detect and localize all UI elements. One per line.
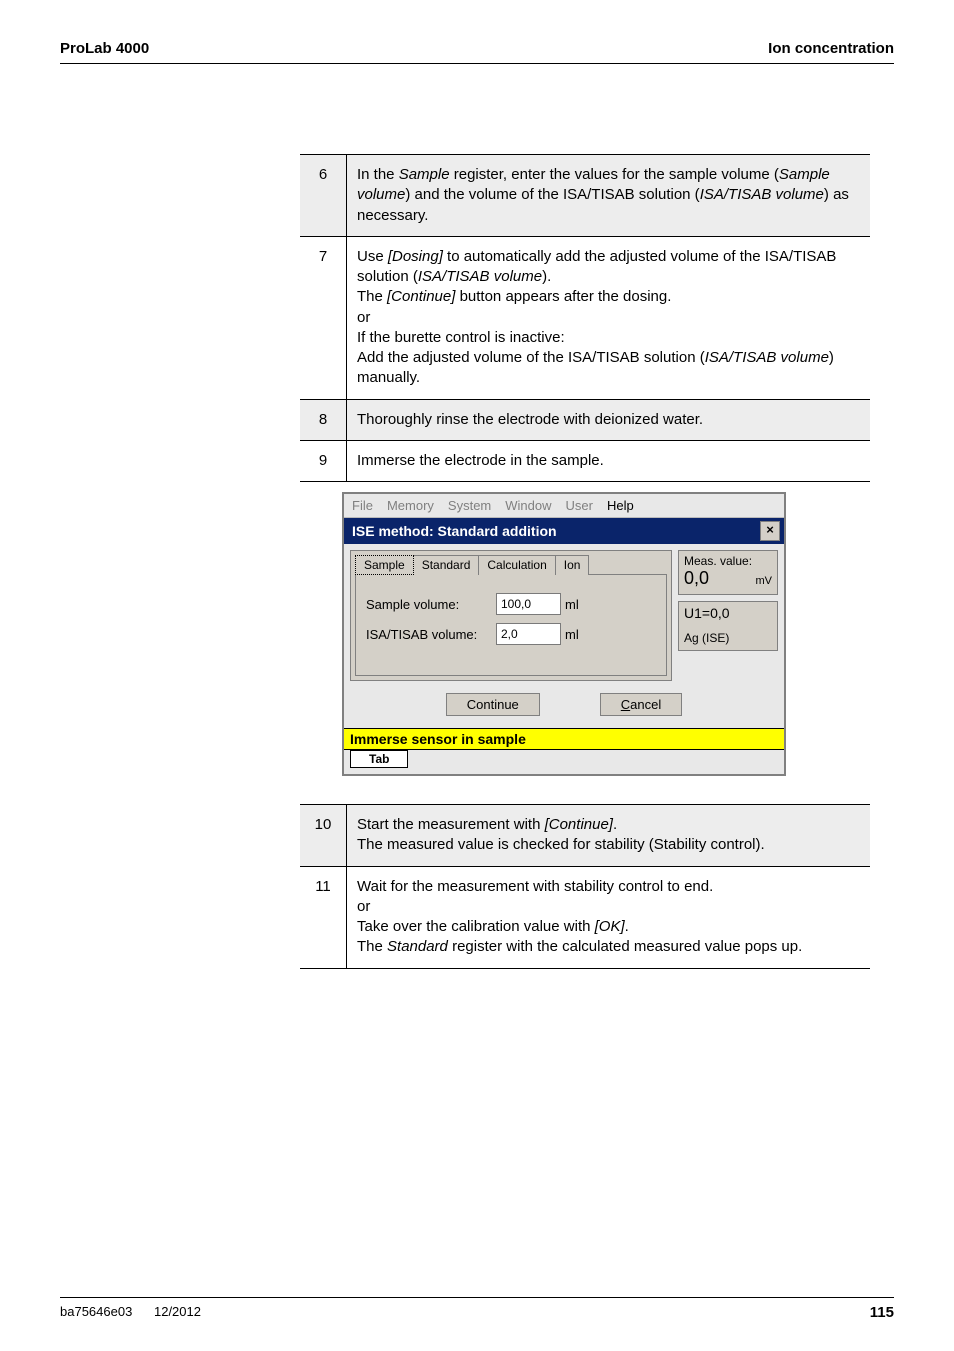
step-number: 9 (300, 440, 347, 481)
sample-volume-label: Sample volume: (366, 597, 496, 612)
step-number: 10 (300, 805, 347, 867)
steps-table-a: 6In the Sample register, enter the value… (300, 154, 870, 482)
step-number: 11 (300, 866, 347, 968)
sample-volume-input[interactable] (496, 593, 561, 615)
menu-window[interactable]: Window (505, 498, 551, 513)
menu-memory[interactable]: Memory (387, 498, 434, 513)
isa-volume-unit: ml (565, 627, 579, 642)
cancel-button[interactable]: Cancel (600, 693, 682, 716)
footer-page-number: 115 (870, 1304, 894, 1321)
table-row: 9Immerse the electrode in the sample. (300, 440, 870, 481)
menu-help[interactable]: Help (607, 498, 634, 513)
tab-key-indicator: Tab (350, 750, 408, 768)
table-row: 8Thoroughly rinse the electrode with dei… (300, 399, 870, 440)
isa-volume-input[interactable] (496, 623, 561, 645)
u1-box: U1=0,0 Ag (ISE) (678, 601, 778, 651)
ag-ise-label: Ag (ISE) (684, 631, 772, 645)
isa-volume-label: ISA/TISAB volume: (366, 627, 496, 642)
header-right: Ion concentration (768, 40, 894, 57)
dialog-title: ISE method: Standard addition (352, 523, 557, 539)
status-bar: Immerse sensor in sample (344, 728, 784, 750)
tab-standard[interactable]: Standard (413, 555, 480, 575)
step-number: 8 (300, 399, 347, 440)
dialog-tabs: Sample Standard Calculation Ion (355, 555, 667, 575)
tab-ion[interactable]: Ion (555, 555, 590, 575)
meas-unit: mV (756, 575, 773, 587)
table-row: 6In the Sample register, enter the value… (300, 155, 870, 237)
continue-button[interactable]: Continue (446, 693, 540, 716)
step-text: Thoroughly rinse the electrode with deio… (347, 399, 871, 440)
meas-value: 0,0 (684, 568, 709, 589)
menu-user[interactable]: User (566, 498, 593, 513)
page-header: ProLab 4000 Ion concentration (60, 40, 894, 64)
dialog-titlebar: ISE method: Standard addition × (344, 518, 784, 544)
footer-date: 12/2012 (154, 1304, 201, 1319)
step-text: In the Sample register, enter the values… (347, 155, 871, 237)
table-row: 10Start the measurement with [Continue].… (300, 805, 870, 867)
step-text: Start the measurement with [Continue].Th… (347, 805, 871, 867)
step-text: Wait for the measurement with stability … (347, 866, 871, 968)
dialog-window: File Memory System Window User Help ISE … (342, 492, 786, 776)
tab-calculation[interactable]: Calculation (478, 555, 555, 575)
step-text: Use [Dosing] to automatically add the ad… (347, 236, 871, 399)
meas-value-box: Meas. value: 0,0 mV (678, 550, 778, 595)
sample-volume-unit: ml (565, 597, 579, 612)
tab-sample[interactable]: Sample (355, 555, 414, 575)
menu-system[interactable]: System (448, 498, 491, 513)
page-footer: ba75646e03 12/2012 115 (60, 1297, 894, 1321)
step-number: 6 (300, 155, 347, 237)
u1-value: U1=0,0 (684, 605, 772, 621)
table-row: 11Wait for the measurement with stabilit… (300, 866, 870, 968)
step-number: 7 (300, 236, 347, 399)
footer-doc-id: ba75646e03 (60, 1304, 132, 1319)
header-left: ProLab 4000 (60, 40, 149, 57)
table-row: 7Use [Dosing] to automatically add the a… (300, 236, 870, 399)
menu-file[interactable]: File (352, 498, 373, 513)
close-icon[interactable]: × (760, 521, 780, 541)
menubar: File Memory System Window User Help (344, 494, 784, 518)
step-text: Immerse the electrode in the sample. (347, 440, 871, 481)
meas-value-label: Meas. value: (684, 554, 772, 568)
steps-table-b: 10Start the measurement with [Continue].… (300, 804, 870, 969)
